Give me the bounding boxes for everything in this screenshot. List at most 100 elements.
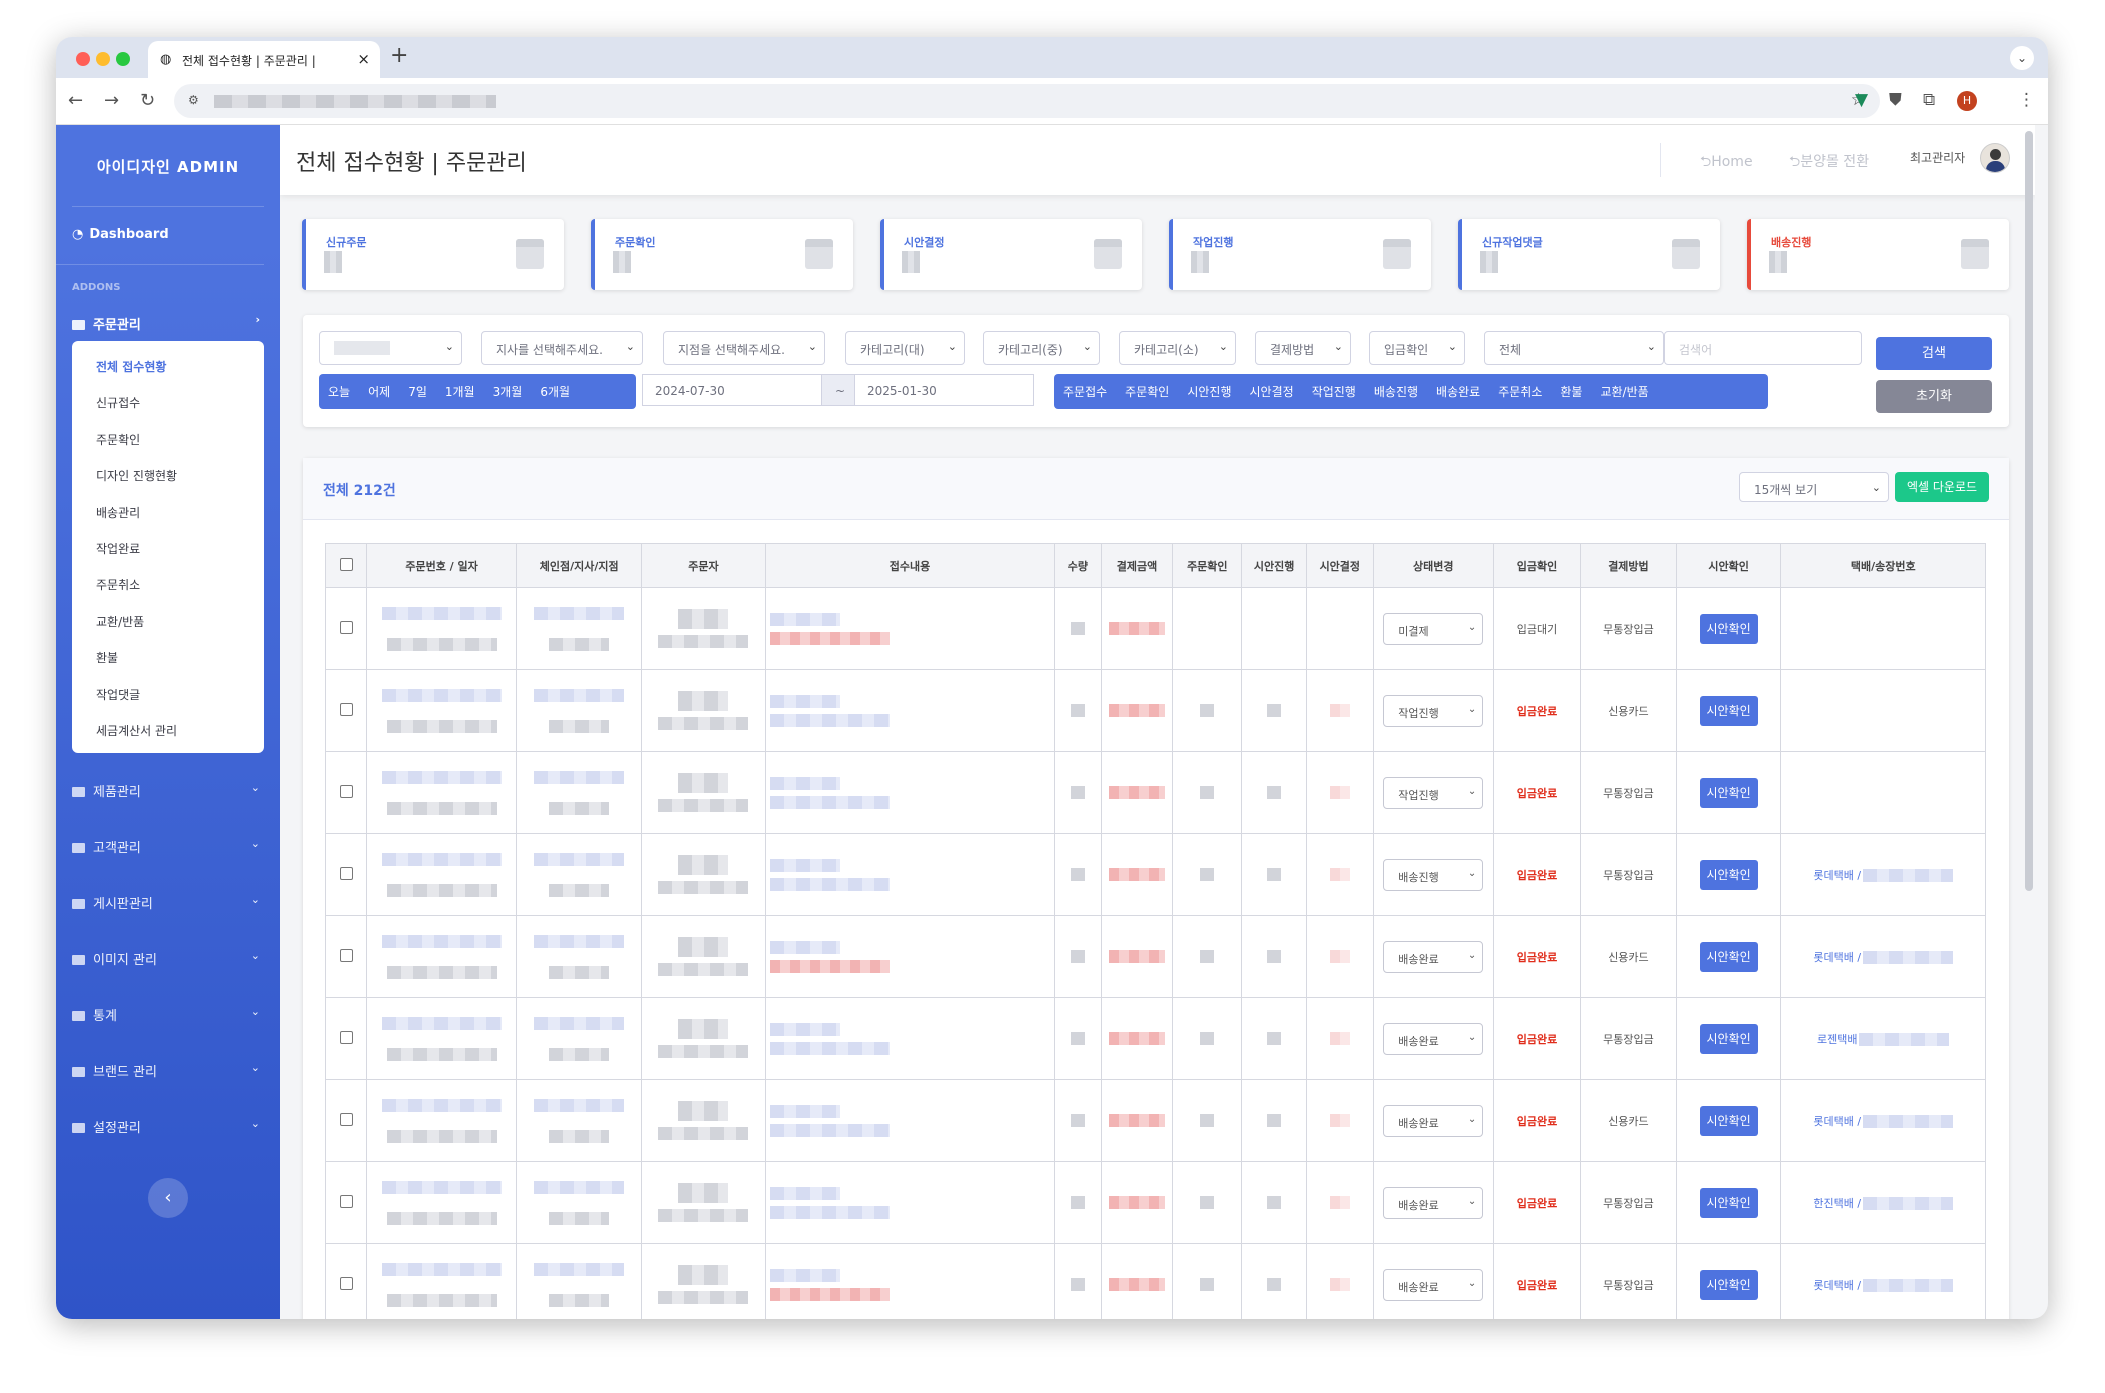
status-select[interactable]: 작업진행 ⌄ xyxy=(1383,776,1484,809)
row-checkbox[interactable] xyxy=(339,784,353,798)
row-checkbox[interactable] xyxy=(339,620,353,634)
courier-name[interactable]: 롯데택배 / xyxy=(1813,1115,1861,1128)
draft-confirm-button[interactable]: 시안확인 xyxy=(1699,1105,1758,1136)
date-to-input[interactable]: 2025-01-30 xyxy=(854,374,1034,406)
maximize-window-icon[interactable] xyxy=(116,52,130,66)
status-select[interactable]: 배송진행 ⌄ xyxy=(1383,858,1484,891)
status-select[interactable]: 미결제 ⌄ xyxy=(1383,612,1484,645)
order-number-cell[interactable] xyxy=(366,587,518,670)
table-row[interactable]: 미결제 ⌄ 입금대기 무통장입금 시안확인 xyxy=(324,587,1986,670)
table-row[interactable]: 작업진행 ⌄ 입금완료 무통장입금 시안확인 xyxy=(324,751,1986,834)
submenu-item[interactable]: 작업댓글 xyxy=(72,675,264,711)
status-button[interactable]: 교환/반품 xyxy=(1591,383,1657,400)
row-checkbox[interactable] xyxy=(339,866,353,880)
column-header[interactable]: 결제방법 xyxy=(1580,543,1677,588)
draft-confirm-button[interactable]: 시안확인 xyxy=(1699,1187,1758,1218)
category-small-select[interactable]: 카테고리(소) ⌄ xyxy=(1119,331,1236,365)
range-button[interactable]: 1개월 xyxy=(436,383,484,400)
column-header[interactable]: 시안확인 xyxy=(1675,543,1782,588)
branch-select[interactable]: 지사를 선택해주세요. ⌄ xyxy=(481,331,643,365)
range-button[interactable]: 3개월 xyxy=(484,383,532,400)
submenu-item[interactable]: 디자인 진행현황 xyxy=(72,456,264,492)
status-button[interactable]: 시안결정 xyxy=(1241,383,1303,400)
status-button[interactable]: 작업진행 xyxy=(1303,383,1365,400)
submenu-item[interactable]: 환불 xyxy=(72,638,264,674)
status-button[interactable]: 배송완료 xyxy=(1427,383,1489,400)
order-number-cell[interactable] xyxy=(366,915,518,998)
status-select[interactable]: 배송완료 ⌄ xyxy=(1383,1268,1484,1301)
status-select[interactable]: 배송완료 ⌄ xyxy=(1383,1104,1484,1137)
sidebar-group-products[interactable]: 제품관리 ⌄ xyxy=(56,761,280,817)
reset-button[interactable]: 초기화 xyxy=(1876,380,1992,413)
sidebar-group-settings[interactable]: 설정관리 ⌄ xyxy=(56,1097,280,1153)
column-header[interactable]: 접수내용 xyxy=(764,543,1056,588)
range-button[interactable]: 오늘 xyxy=(319,383,359,400)
submenu-item[interactable]: 작업완료 xyxy=(72,529,264,565)
column-header[interactable]: 상태변경 xyxy=(1372,543,1494,588)
search-button[interactable]: 검색 xyxy=(1876,337,1992,370)
sidebar-group-orders[interactable]: 주문관리 › xyxy=(56,301,280,341)
status-select[interactable]: 작업진행 ⌄ xyxy=(1383,694,1484,727)
table-row[interactable]: 배송완료 ⌄ 입금완료 무통장입금 시안확인 로젠택배 xyxy=(324,997,1986,1080)
select-all-checkbox[interactable] xyxy=(339,557,353,571)
row-checkbox[interactable] xyxy=(339,1112,353,1126)
range-button[interactable]: 6개월 xyxy=(531,383,579,400)
order-number-cell[interactable] xyxy=(366,997,518,1080)
column-header[interactable]: 시안진행 xyxy=(1241,543,1307,588)
status-select[interactable]: 배송완료 ⌄ xyxy=(1383,1186,1484,1219)
payment-method-select[interactable]: 결제방법 ⌄ xyxy=(1255,331,1351,365)
stat-card-shipping[interactable]: 배송진행 xyxy=(1747,219,2009,290)
status-button[interactable]: 환불 xyxy=(1551,383,1591,400)
column-header[interactable]: 시안결정 xyxy=(1305,543,1374,588)
table-row[interactable]: 배송완료 ⌄ 입금완료 무통장입금 시안확인 롯데택배 / xyxy=(324,1243,1986,1319)
order-number-cell[interactable] xyxy=(366,1079,518,1162)
scrollbar[interactable] xyxy=(2025,131,2033,891)
courier-name[interactable]: 롯데택배 / xyxy=(1813,951,1861,964)
minimize-window-icon[interactable] xyxy=(96,52,110,66)
status-select[interactable]: 배송완료 ⌄ xyxy=(1383,1022,1484,1055)
category-medium-select[interactable]: 카테고리(중) ⌄ xyxy=(983,331,1100,365)
submenu-item[interactable]: 주문취소 xyxy=(72,565,264,601)
status-select[interactable]: 배송완료 ⌄ xyxy=(1383,940,1484,973)
status-button[interactable]: 주문확인 xyxy=(1116,383,1178,400)
tab-search-icon[interactable]: ⌄ xyxy=(2010,46,2034,70)
category-large-select[interactable]: 카테고리(대) ⌄ xyxy=(845,331,965,365)
date-from-input[interactable]: 2024-07-30 xyxy=(642,374,822,406)
table-row[interactable]: 배송완료 ⌄ 입금완료 신용카드 시안확인 롯데택배 / xyxy=(324,1079,1986,1162)
row-checkbox[interactable] xyxy=(339,948,353,962)
draft-confirm-button[interactable]: 시안확인 xyxy=(1699,695,1758,726)
submenu-item[interactable]: 신규접수 xyxy=(72,383,264,419)
row-checkbox[interactable] xyxy=(339,1276,353,1290)
courier-name[interactable]: 롯데택배 / xyxy=(1813,1279,1861,1292)
courier-name[interactable]: 롯데택배 / xyxy=(1813,869,1861,882)
search-field-select[interactable]: 전체 ⌄ xyxy=(1484,331,1664,365)
row-checkbox[interactable] xyxy=(339,702,353,716)
draft-confirm-button[interactable]: 시안확인 xyxy=(1699,941,1758,972)
row-checkbox[interactable] xyxy=(339,1194,353,1208)
submenu-item[interactable]: 세금계산서 관리 xyxy=(72,711,264,747)
sidebar-group-stats[interactable]: 통계 ⌄ xyxy=(56,985,280,1041)
draft-confirm-button[interactable]: 시안확인 xyxy=(1699,859,1758,890)
switch-mall-link[interactable]: ⮌분양몰 전환 xyxy=(1789,151,1869,175)
draft-confirm-button[interactable]: 시안확인 xyxy=(1699,777,1758,808)
sidebar-item-dashboard[interactable]: ◔ Dashboard xyxy=(56,207,264,265)
order-number-cell[interactable] xyxy=(366,669,518,752)
order-number-cell[interactable] xyxy=(366,751,518,834)
order-number-cell[interactable] xyxy=(366,1161,518,1244)
extensions-puzzle-icon[interactable]: ⧉ xyxy=(1923,90,1935,110)
chain-select[interactable]: ⌄ xyxy=(319,331,462,365)
row-checkbox[interactable] xyxy=(339,1030,353,1044)
range-button[interactable]: 7일 xyxy=(399,383,436,400)
stat-card-new-order[interactable]: 신규주문 xyxy=(302,219,564,290)
forward-icon[interactable]: → xyxy=(104,90,119,111)
draft-confirm-button[interactable]: 시안확인 xyxy=(1699,1269,1758,1300)
column-header[interactable]: 택배/송장번호 xyxy=(1780,543,1986,588)
brand-logo[interactable]: 아이디자인 ADMIN xyxy=(72,125,264,207)
stat-card-new-comment[interactable]: 신규작업댓글 xyxy=(1458,219,1720,290)
search-input[interactable]: 검색어 xyxy=(1664,331,1862,365)
column-header[interactable]: 주문번호 / 일자 xyxy=(366,543,518,588)
sidebar-group-boards[interactable]: 게시판관리 ⌄ xyxy=(56,873,280,929)
table-row[interactable]: 배송완료 ⌄ 입금완료 무통장입금 시안확인 한진택배 / xyxy=(324,1161,1986,1244)
page-size-select[interactable]: 15개씩 보기 ⌄ xyxy=(1739,472,1889,502)
table-row[interactable]: 배송진행 ⌄ 입금완료 무통장입금 시안확인 롯데택배 / xyxy=(324,833,1986,916)
